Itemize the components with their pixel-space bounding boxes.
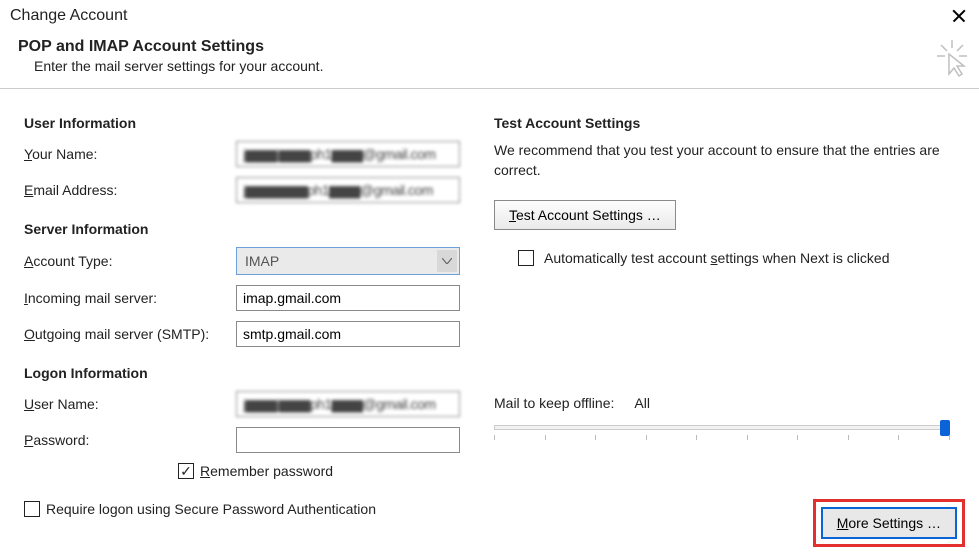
more-settings-highlight: More Settings …	[813, 499, 965, 547]
account-type-label: Account Type:	[24, 253, 236, 269]
mail-keep-value: All	[634, 395, 650, 411]
incoming-label: Incoming mail server:	[24, 290, 236, 306]
password-label: Password:	[24, 432, 236, 448]
section-user-info: User Information	[24, 115, 464, 131]
section-server-info: Server Information	[24, 221, 464, 237]
spa-label: Require logon using Secure Password Auth…	[46, 501, 376, 517]
outgoing-label: Outgoing mail server (SMTP):	[24, 326, 236, 342]
slider-track	[494, 425, 950, 430]
user-name-label: User Name:	[24, 396, 236, 412]
outgoing-server-field[interactable]	[236, 321, 460, 347]
your-name-label: Your Name:	[24, 146, 236, 162]
section-test-settings: Test Account Settings	[494, 115, 955, 131]
remember-password-label: Remember password	[200, 463, 333, 479]
slider-thumb[interactable]	[940, 420, 950, 436]
password-field[interactable]	[236, 427, 460, 453]
test-description: We recommend that you test your account …	[494, 141, 955, 180]
close-icon[interactable]	[949, 6, 969, 26]
account-type-value: IMAP	[245, 253, 279, 269]
account-type-select: IMAP	[236, 247, 460, 275]
remember-password-checkbox[interactable]	[178, 463, 194, 479]
cursor-spark-icon	[937, 40, 967, 80]
your-name-field[interactable]	[236, 141, 460, 167]
section-logon-info: Logon Information	[24, 365, 464, 381]
chevron-down-icon	[437, 250, 457, 272]
incoming-server-field[interactable]	[236, 285, 460, 311]
mail-keep-slider[interactable]	[494, 419, 950, 439]
page-title: POP and IMAP Account Settings	[18, 38, 961, 56]
test-account-settings-button[interactable]: Test Account Settings …	[494, 200, 676, 230]
user-name-field[interactable]	[236, 391, 460, 417]
email-label: Email Address:	[24, 182, 236, 198]
more-settings-button[interactable]: More Settings …	[821, 507, 957, 539]
slider-ticks	[494, 435, 950, 440]
window-title: Change Account	[10, 7, 127, 25]
page-subtitle: Enter the mail server settings for your …	[18, 58, 961, 74]
spa-checkbox[interactable]	[24, 501, 40, 517]
email-field[interactable]	[236, 177, 460, 203]
auto-test-label: Automatically test account settings when…	[544, 250, 890, 266]
mail-keep-label: Mail to keep offline:	[494, 395, 614, 411]
auto-test-checkbox[interactable]	[518, 250, 534, 266]
